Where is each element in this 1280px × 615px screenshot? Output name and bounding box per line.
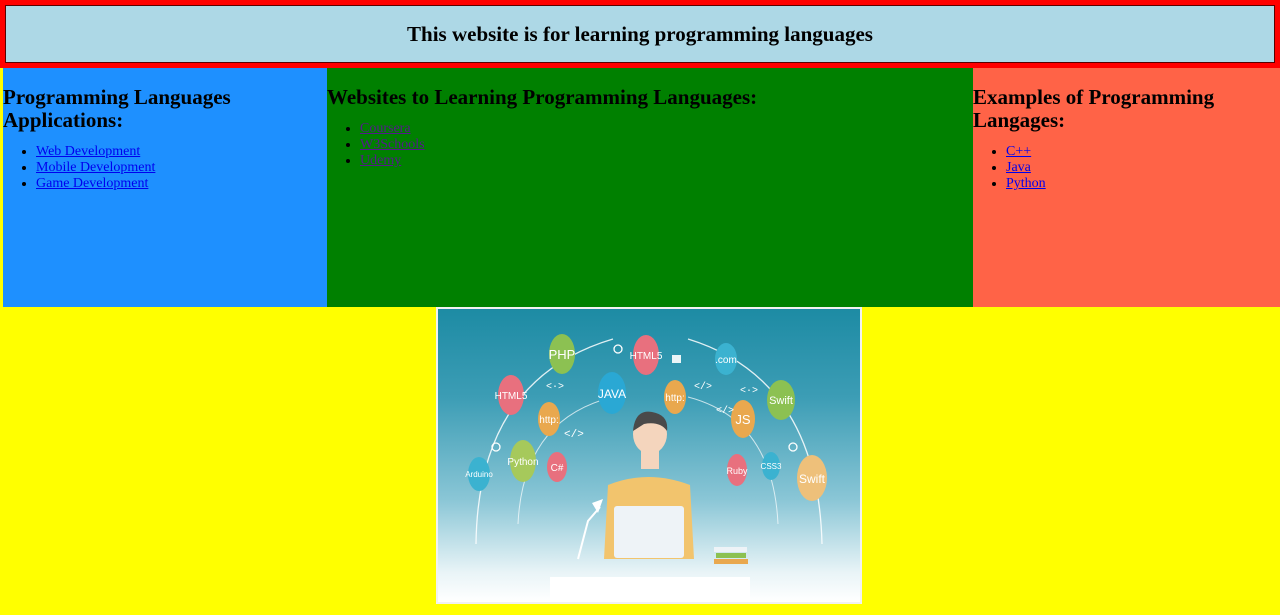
bubble: HTML5	[495, 375, 528, 415]
svg-text:JAVA: JAVA	[598, 387, 626, 401]
bubble: Swift	[797, 455, 827, 501]
bubble: JAVA	[598, 372, 626, 414]
programmer-illustration: PHP HTML5 .com HTML5 JAVA http: JS Swift…	[436, 307, 862, 604]
svg-text:C#: C#	[551, 463, 564, 474]
java-link[interactable]: Java	[1006, 160, 1031, 175]
bubble: http:	[664, 380, 686, 414]
list-item: Web Development	[36, 144, 327, 160]
magnifier-icon	[613, 344, 623, 354]
folder-icon	[672, 355, 681, 363]
websites-column: Websites to Learning Programming Languag…	[327, 68, 973, 307]
bubble: http:	[538, 402, 560, 436]
svg-text:http:: http:	[539, 415, 558, 426]
svg-text:JS: JS	[735, 412, 751, 427]
page-title: This website is for learning programming…	[407, 21, 873, 46]
svg-text:Python: Python	[507, 457, 538, 468]
examples-column: Examples of Programming Langages: C++ Ja…	[973, 68, 1280, 307]
illustration-graphic: PHP HTML5 .com HTML5 JAVA http: JS Swift…	[465, 334, 827, 602]
python-link[interactable]: Python	[1006, 176, 1046, 191]
svg-text:.com: .com	[715, 355, 737, 366]
bubble: CSS3	[761, 452, 782, 480]
websites-heading: Websites to Learning Programming Languag…	[327, 85, 758, 109]
bubble: Arduino	[465, 457, 493, 491]
examples-heading: Examples of Programming Langages:	[973, 85, 1215, 132]
list-item: Java	[1006, 160, 1280, 176]
bubble: Swift	[767, 380, 795, 420]
udemy-link[interactable]: Udemy	[360, 153, 401, 168]
svg-text:CSS3: CSS3	[761, 462, 782, 471]
list-item: Python	[1006, 176, 1280, 192]
list-item: Coursera	[360, 121, 973, 137]
examples-list: C++ Java Python	[973, 144, 1280, 192]
svg-text:Swift: Swift	[769, 395, 793, 407]
applications-column: Programming Languages Applications: Web …	[3, 68, 327, 307]
bubble: .com	[715, 343, 737, 375]
game-development-link[interactable]: Game Development	[36, 176, 148, 191]
list-item: Mobile Development	[36, 160, 327, 176]
code-symbol: <·>	[740, 386, 758, 397]
list-item: Game Development	[36, 176, 327, 192]
code-symbol: </>	[564, 429, 584, 441]
web-development-link[interactable]: Web Development	[36, 144, 140, 159]
svg-text:Arduino: Arduino	[465, 470, 493, 479]
svg-text:Ruby: Ruby	[726, 466, 748, 476]
svg-text:Swift: Swift	[799, 472, 826, 486]
code-symbol: <·>	[546, 382, 564, 393]
code-symbol: </>	[694, 381, 712, 393]
applications-list: Web Development Mobile Development Game …	[3, 144, 327, 192]
list-item: W3Schools	[360, 137, 973, 153]
cpp-link[interactable]: C++	[1006, 144, 1031, 159]
code-symbol: </>	[716, 405, 734, 417]
bubble: JS	[731, 400, 755, 438]
svg-text:http:: http:	[665, 393, 684, 404]
list-item: C++	[1006, 144, 1280, 160]
bubble: Python	[507, 440, 539, 482]
magnifier-icon	[491, 442, 501, 452]
page-header: This website is for learning programming…	[0, 0, 1280, 68]
bubble: C#	[547, 452, 567, 482]
svg-text:HTML5: HTML5	[495, 391, 528, 402]
svg-text:HTML5: HTML5	[630, 351, 663, 362]
coursera-link[interactable]: Coursera	[360, 121, 411, 136]
list-item: Udemy	[360, 153, 973, 169]
applications-heading: Programming Languages Applications:	[3, 85, 231, 132]
bubble: HTML5	[630, 335, 663, 375]
w3schools-link[interactable]: W3Schools	[360, 137, 425, 152]
magnifier-icon	[788, 442, 798, 452]
programmer-figure	[604, 411, 694, 559]
svg-text:PHP: PHP	[549, 347, 576, 362]
bubble: Ruby	[726, 454, 748, 486]
mobile-development-link[interactable]: Mobile Development	[36, 160, 155, 175]
websites-list: Coursera W3Schools Udemy	[327, 121, 973, 169]
